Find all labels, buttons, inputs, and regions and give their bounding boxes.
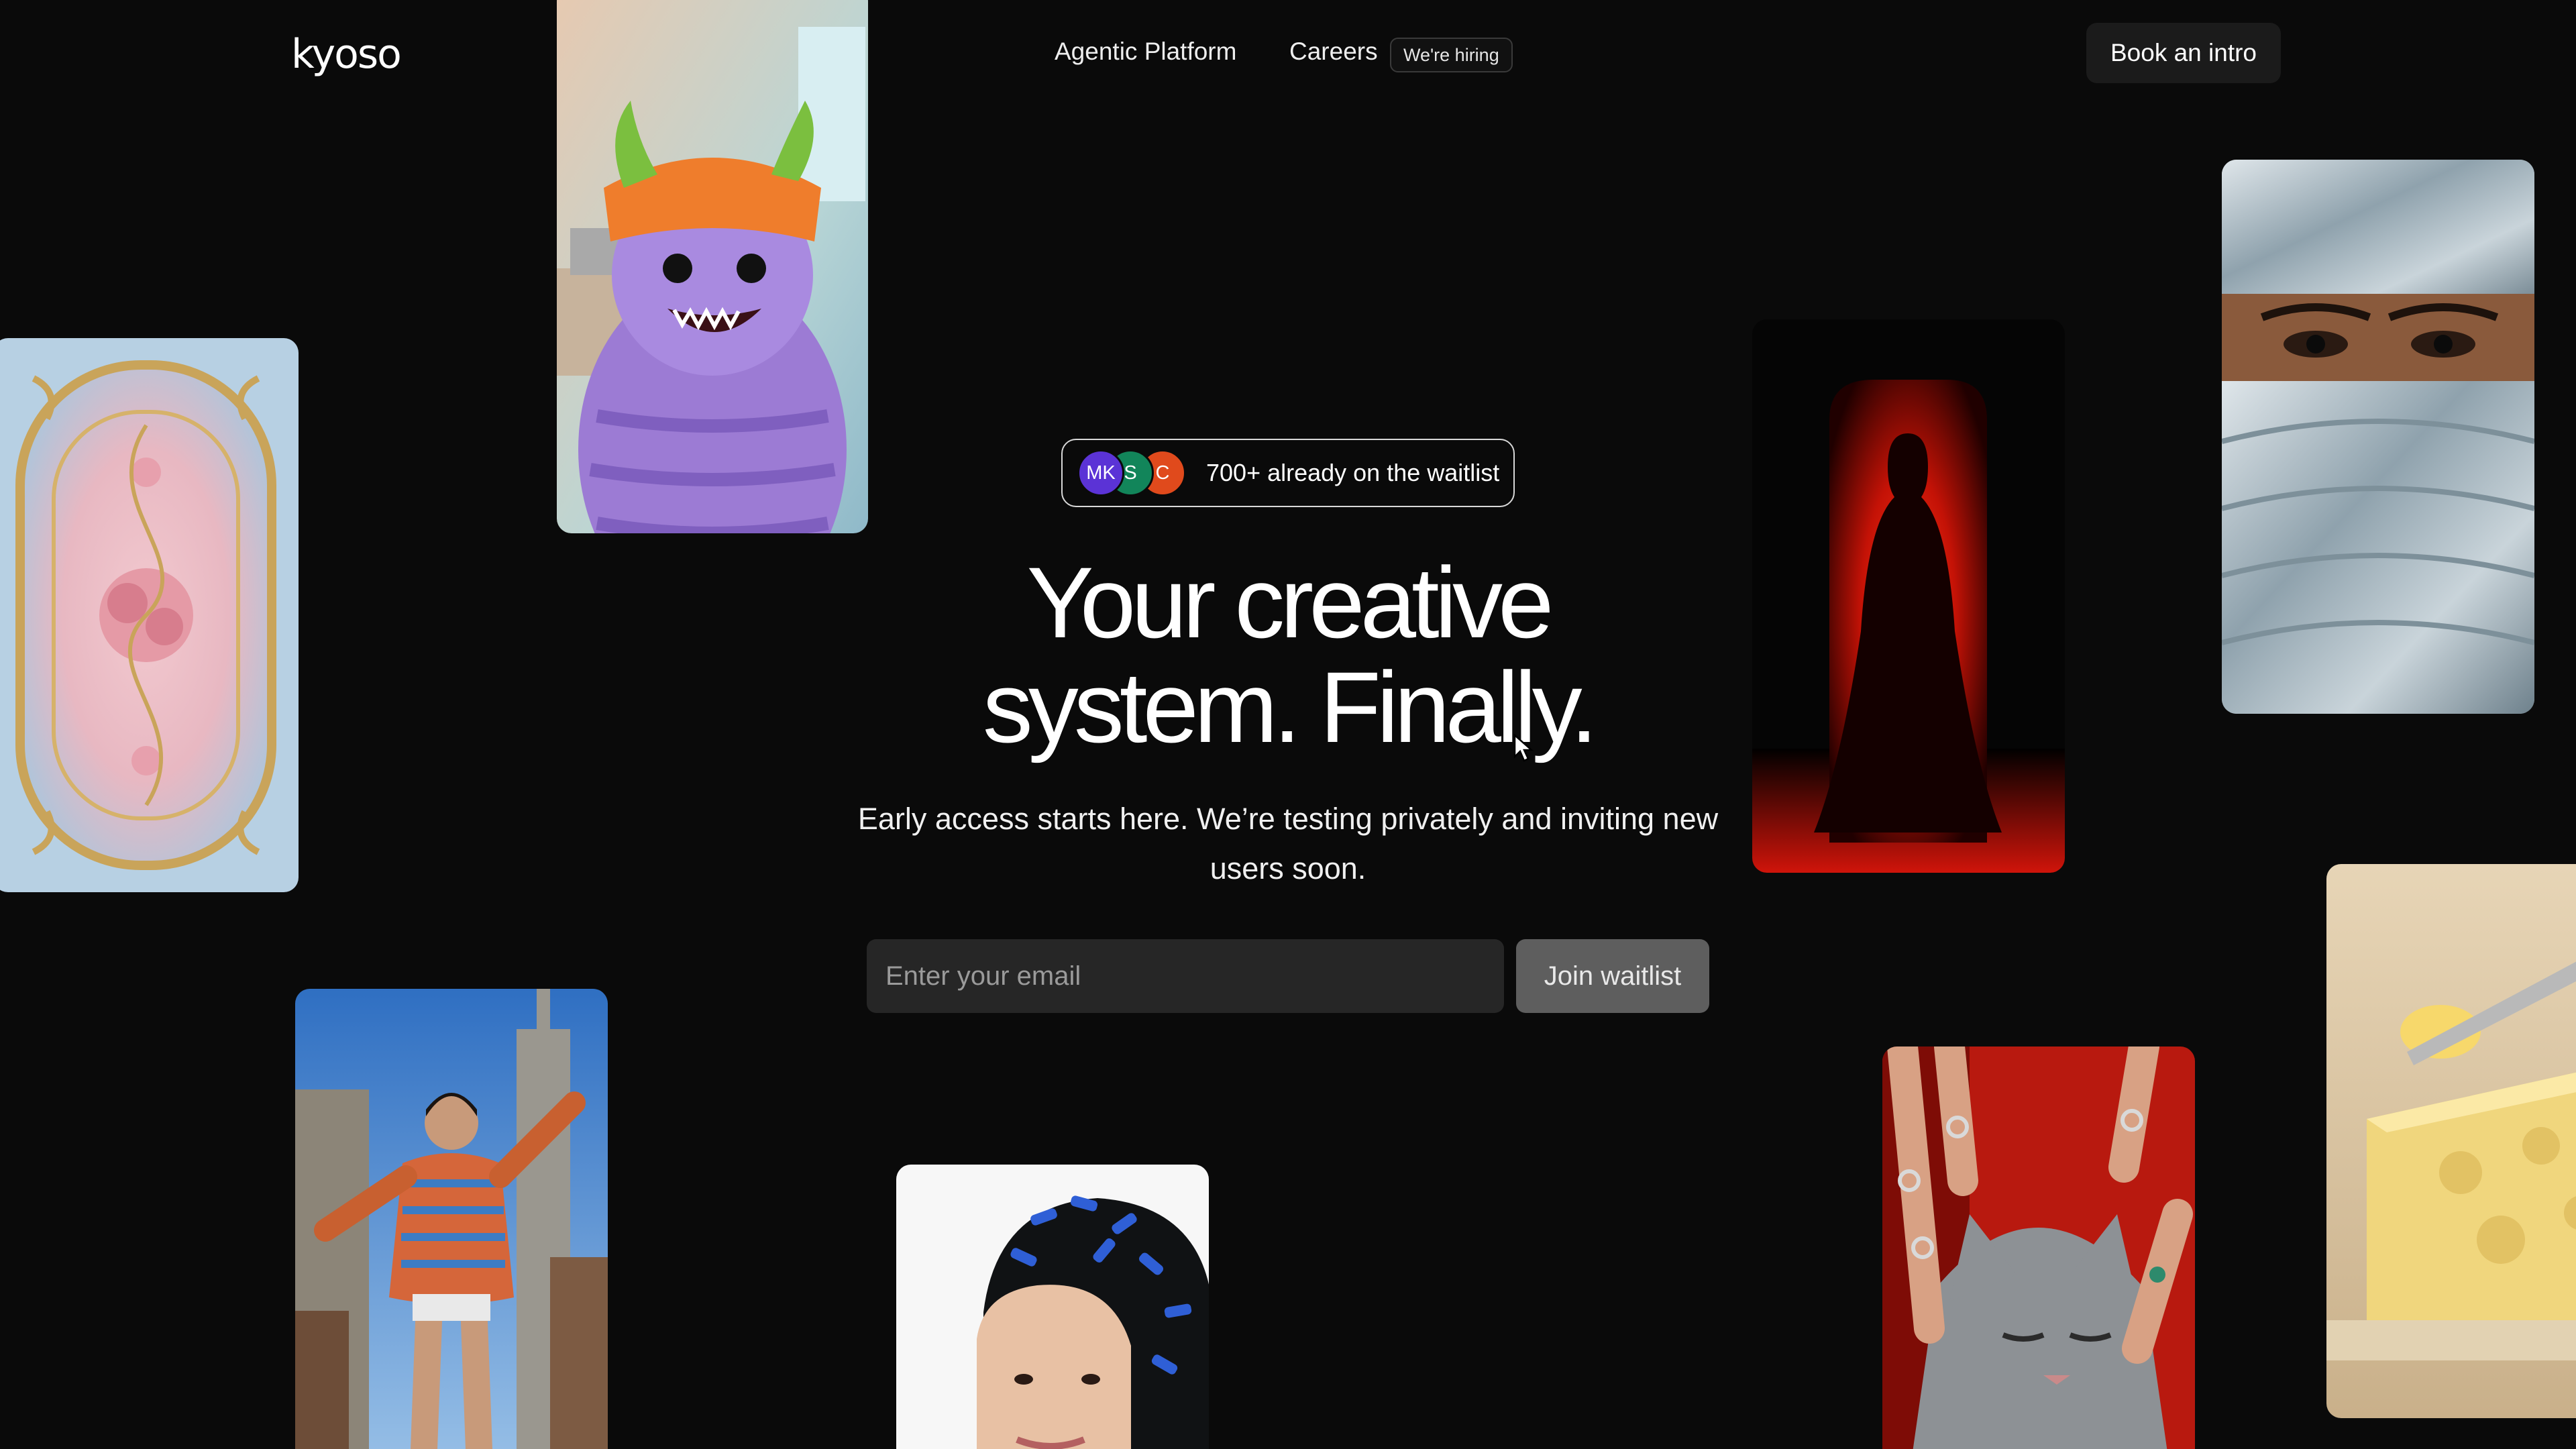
hero-subtext: Early access starts here. We’re testing … [857,802,1719,885]
join-waitlist-button[interactable]: Join waitlist [1516,939,1709,1013]
waitlist-count-text: 700+ already on the waitlist [1206,459,1500,486]
email-input[interactable] [867,939,1504,1013]
headline-line-1: Your creative [1026,546,1554,659]
ornament-image [0,338,299,892]
city-dancer-image [295,989,608,1449]
hair-clips-image [896,1165,1209,1449]
mouse-cursor-icon [1513,734,1534,762]
cat-rings-image [1882,1046,2195,1449]
hiring-badge: We're hiring [1390,38,1513,72]
nav-agentic-platform[interactable]: Agentic Platform [1055,38,1236,66]
avatar: MK [1077,449,1124,496]
monster-image [557,0,868,533]
silhouette-image [1752,319,2065,873]
masked-face-image [2222,160,2534,714]
cheese-image [2326,864,2576,1418]
hero-headline: Your creative system. Finally. [885,550,1690,759]
book-intro-button[interactable]: Book an intro [2086,23,2281,83]
waitlist-count-pill: MK S C 700+ already on the waitlist [1061,439,1515,507]
kyoso-logo[interactable]: kyoso [291,31,402,78]
headline-line-2: system. Finally. [982,651,1598,763]
nav-careers[interactable]: Careers [1289,38,1378,66]
avatar-stack: MK S C [1077,449,1186,496]
